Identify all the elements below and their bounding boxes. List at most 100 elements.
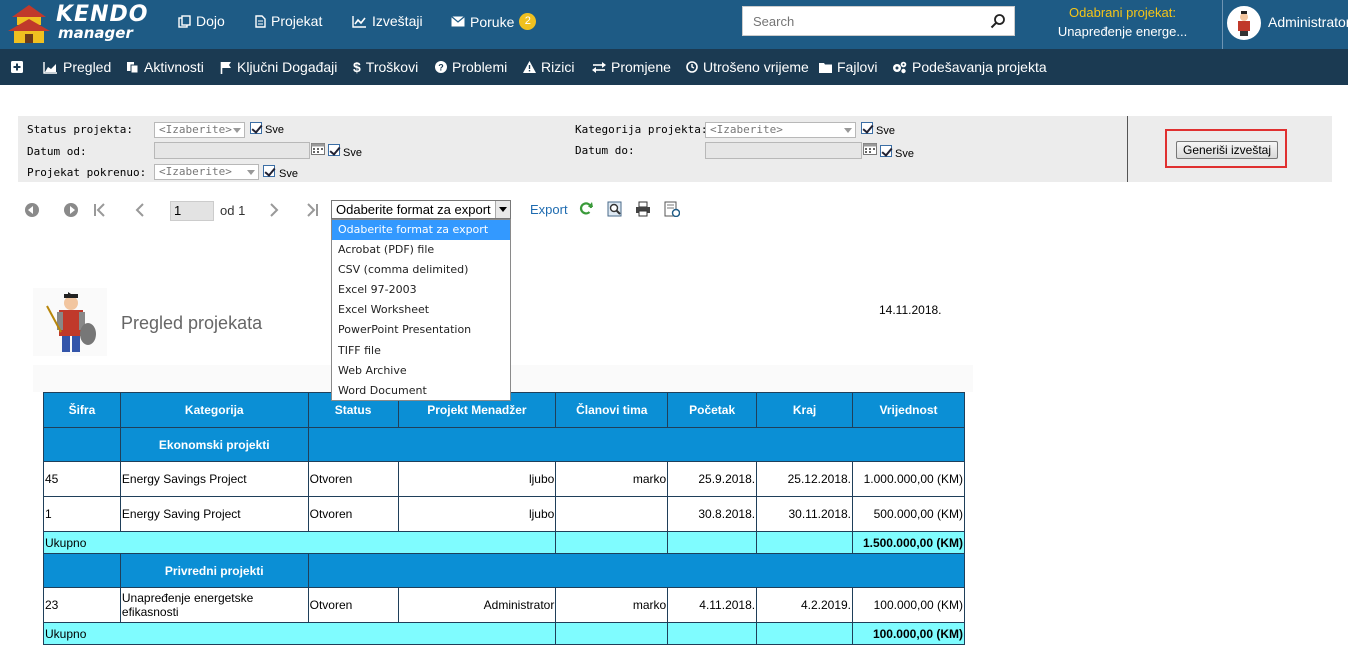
export-option[interactable]: PowerPoint Presentation: [332, 320, 510, 340]
cell-status: Otvoren: [307, 587, 399, 623]
copy-icon: [178, 14, 191, 28]
subnav-podesavanja[interactable]: Podešavanja projekta: [892, 59, 1047, 75]
category-select[interactable]: <Izaberite>: [705, 122, 856, 138]
subnav-promjene[interactable]: Promjene: [592, 59, 671, 75]
started-by-all-checkbox[interactable]: [263, 165, 275, 177]
chevron-down-icon: [844, 128, 852, 133]
total-label: Ukupno: [42, 531, 557, 554]
export-format-select[interactable]: Odaberite format za export: [331, 200, 511, 219]
cell-vrijednost: 100.000,00 (KM): [852, 587, 965, 623]
nav-poruke[interactable]: Poruke 2: [451, 13, 537, 30]
table-cell: [555, 531, 669, 554]
area-chart-icon: [43, 61, 57, 74]
exchange-icon: [592, 61, 606, 73]
date-from-all-checkbox[interactable]: [328, 144, 340, 156]
started-by-select-value: <Izaberite>: [159, 165, 232, 178]
category-group-row: Ekonomski projekti: [43, 427, 966, 462]
subnav-pregled[interactable]: Pregled: [43, 59, 111, 75]
started-by-all-label: Sve: [279, 168, 298, 180]
messages-badge: 2: [519, 13, 537, 30]
envelope-icon: [451, 16, 465, 27]
last-page-icon[interactable]: [304, 202, 320, 218]
started-by-select[interactable]: <Izaberite>: [154, 164, 259, 180]
cell-pocetak: 30.8.2018.: [667, 496, 758, 532]
generate-report-button[interactable]: Generiši izveštaj: [1176, 141, 1278, 159]
cell-clanovi: marko: [555, 587, 669, 623]
refresh-icon[interactable]: [578, 201, 594, 217]
subnav-kljucni-dogadaji-label: Ključni Događaji: [237, 59, 338, 75]
cell-status: Otvoren: [307, 461, 399, 497]
export-option[interactable]: Word Document: [332, 381, 510, 401]
nav-dojo[interactable]: Dojo: [178, 13, 225, 29]
kendo-manager-logo[interactable]: KENDO manager: [4, 2, 147, 46]
folder-icon: [819, 62, 832, 73]
forward-icon[interactable]: [63, 202, 79, 218]
document-icon: [255, 14, 266, 28]
report-title: Pregled projekata: [121, 313, 263, 333]
cell-vrijednost: 500.000,00 (KM): [852, 496, 965, 532]
plus-square-icon[interactable]: [11, 61, 23, 73]
status-select[interactable]: <Izaberite>: [154, 122, 245, 138]
cell-kraj: 4.2.2019.: [756, 587, 854, 623]
zoom-page-icon[interactable]: [607, 201, 623, 217]
subnav-rizici[interactable]: Rizici: [523, 59, 574, 75]
avatar[interactable]: [1227, 6, 1261, 40]
export-option[interactable]: CSV (comma delimited): [332, 260, 510, 280]
next-page-icon[interactable]: [266, 202, 282, 218]
print-icon[interactable]: [635, 201, 651, 217]
export-link[interactable]: Export: [530, 202, 568, 217]
search-icon[interactable]: [990, 13, 1006, 29]
cell-kategorija: Unapređenje energetske efikasnosti: [119, 587, 309, 623]
subnav-utroseno-vrijeme[interactable]: Utrošeno vrijeme: [686, 59, 809, 75]
report-date: 14.11.2018.: [879, 303, 942, 317]
export-option[interactable]: TIFF file: [332, 341, 510, 361]
column-header: Kategorija: [119, 392, 309, 428]
subnav-troskovi[interactable]: $ Troškovi: [353, 59, 418, 75]
subnav-aktivnosti[interactable]: Aktivnosti: [126, 59, 204, 75]
calendar-icon[interactable]: [311, 142, 325, 155]
cell-sifra: 23: [43, 587, 121, 623]
started-by-label: Projekat pokrenuo:: [27, 166, 147, 179]
export-format-select-value: Odaberite format za export: [336, 202, 491, 217]
subnav-kljucni-dogadaji[interactable]: Ključni Događaji: [220, 59, 337, 75]
search-box: [742, 6, 1015, 36]
calendar-icon[interactable]: [863, 142, 877, 155]
date-to-input[interactable]: [705, 142, 862, 159]
pagoda-logo-icon: [8, 5, 50, 43]
category-all-checkbox[interactable]: [861, 122, 873, 134]
brand-name-bottom: manager: [58, 24, 133, 42]
cell-kategorija: Energy Saving Project: [119, 496, 309, 532]
page-number-input[interactable]: 1: [170, 201, 214, 221]
export-option[interactable]: Excel 97-2003: [332, 280, 510, 300]
export-option[interactable]: Excel Worksheet: [332, 300, 510, 320]
chevron-down-icon: [233, 128, 241, 133]
user-name[interactable]: Administrator: [1268, 14, 1348, 30]
export-option[interactable]: Acrobat (PDF) file: [332, 240, 510, 260]
status-all-checkbox[interactable]: [250, 122, 262, 134]
nav-izvestaji[interactable]: Izveštaji: [352, 13, 423, 29]
generate-button-highlight: Generiši izveštaj: [1165, 129, 1287, 168]
date-from-input[interactable]: [154, 142, 310, 159]
category-group-row: Privredni projekti: [43, 553, 966, 588]
date-to-all-checkbox[interactable]: [880, 145, 892, 157]
subnav-rizici-label: Rizici: [541, 59, 575, 75]
cell-menadzer: ljubo: [397, 461, 557, 497]
back-icon[interactable]: [24, 202, 40, 218]
export-option[interactable]: Web Archive: [332, 361, 510, 381]
status-select-value: <Izaberite>: [159, 123, 232, 136]
filter-divider: [1127, 116, 1128, 182]
first-page-icon[interactable]: [92, 202, 108, 218]
search-input[interactable]: [743, 7, 983, 35]
top-navbar: KENDO manager Dojo Projekat Izveštaji Po…: [0, 0, 1348, 49]
export-option[interactable]: Odaberite format za export: [332, 220, 510, 241]
table-cell: [43, 427, 121, 462]
total-row: Ukupno 1.500.000,00 (KM): [42, 531, 965, 554]
nav-projekat[interactable]: Projekat: [255, 13, 322, 29]
subnav-fajlovi[interactable]: Fajlovi: [819, 59, 877, 75]
selected-project-value[interactable]: Unapređenje energe...: [1040, 24, 1205, 39]
warning-icon: [523, 61, 536, 73]
subnav-problemi[interactable]: ? Problemi: [435, 59, 507, 75]
subnav-pregled-label: Pregled: [63, 59, 112, 75]
email-report-icon[interactable]: [664, 201, 680, 217]
previous-page-icon[interactable]: [132, 202, 148, 218]
